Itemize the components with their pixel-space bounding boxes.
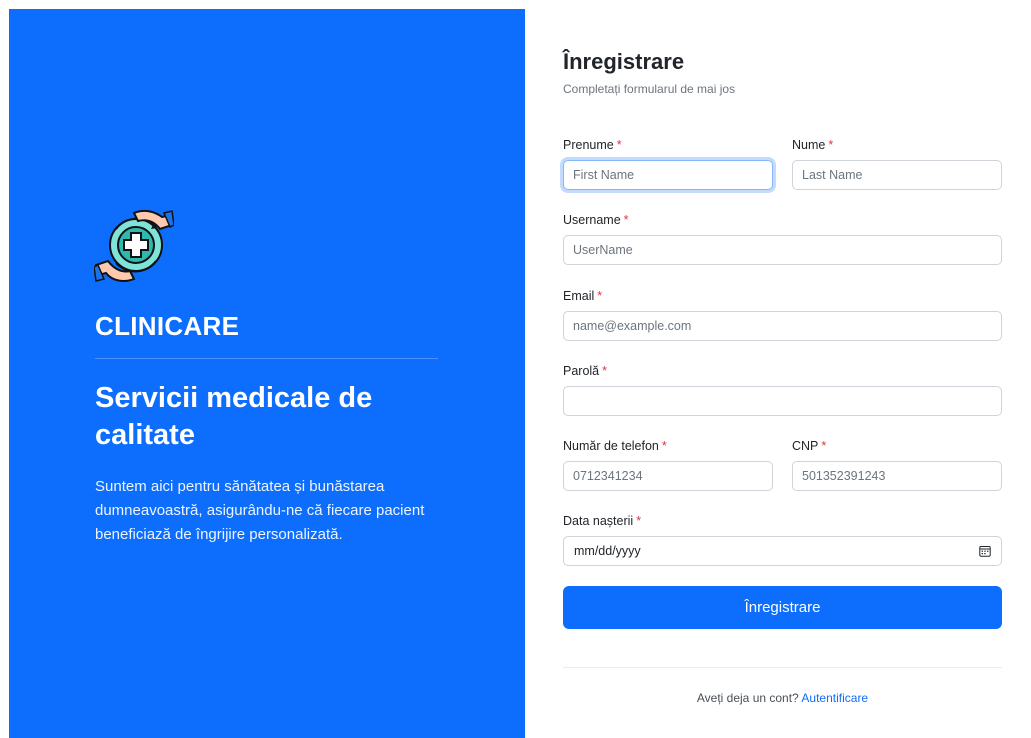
login-prompt-text: Aveți deja un cont? (696, 691, 799, 705)
hero-divider (95, 358, 438, 359)
first-name-input[interactable] (563, 160, 773, 190)
required-mark: * (597, 289, 603, 303)
required-mark: * (636, 514, 642, 528)
required-mark: * (602, 364, 608, 378)
register-button[interactable]: Înregistrare (563, 586, 1002, 629)
required-mark: * (623, 213, 629, 227)
first-name-label: Prenume * (563, 138, 622, 152)
username-input[interactable] (563, 235, 1002, 265)
form-title: Înregistrare (563, 49, 685, 74)
hero-panel: CLINICARE Servicii medicale de calitate … (9, 9, 525, 738)
phone-group: Număr de telefon * (563, 438, 773, 491)
hero-description: Suntem aici pentru sănătatea și bunăstar… (95, 478, 425, 543)
email-label: Email * (563, 289, 603, 303)
cnp-input[interactable] (792, 461, 1002, 491)
last-name-input[interactable] (792, 160, 1002, 190)
password-label: Parolă * (563, 364, 608, 378)
username-label: Username * (563, 213, 629, 227)
birth-date-label: Data nașterii * (563, 514, 642, 528)
login-link[interactable]: Autentificare (801, 691, 868, 705)
phone-label: Număr de telefon * (563, 439, 667, 453)
username-group: Username * (563, 212, 1002, 265)
birth-date-placeholder: mm/dd/yyyy (574, 544, 641, 558)
login-prompt: Aveți deja un cont? Autentificare (563, 691, 1002, 705)
birth-date-group: Data nașterii * mm/dd/yyyy (563, 513, 1002, 566)
hands-medical-cross-icon (94, 209, 174, 282)
password-group: Parolă * (563, 363, 1002, 416)
brand-name: CLINICARE (95, 311, 240, 341)
registration-page: CLINICARE Servicii medicale de calitate … (0, 0, 1031, 738)
last-name-group: Nume * (792, 137, 1002, 190)
email-group: Email * (563, 288, 1002, 341)
first-name-group: Prenume * (563, 137, 773, 190)
email-input[interactable] (563, 311, 1002, 341)
required-mark: * (828, 138, 834, 152)
required-mark: * (616, 138, 622, 152)
registration-form: Înregistrare Completați formularul de ma… (563, 0, 1003, 738)
hero-tagline: Servicii medicale de calitate (95, 382, 373, 451)
phone-input[interactable] (563, 461, 773, 491)
last-name-label: Nume * (792, 138, 834, 152)
form-subtitle: Completați formularul de mai jos (563, 82, 736, 96)
required-mark: * (821, 439, 827, 453)
password-input[interactable] (563, 386, 1002, 416)
calendar-icon[interactable] (979, 545, 991, 557)
form-divider (563, 667, 1002, 668)
required-mark: * (661, 439, 667, 453)
birth-date-input[interactable]: mm/dd/yyyy (563, 536, 1002, 566)
cnp-label: CNP * (792, 439, 827, 453)
cnp-group: CNP * (792, 438, 1002, 491)
